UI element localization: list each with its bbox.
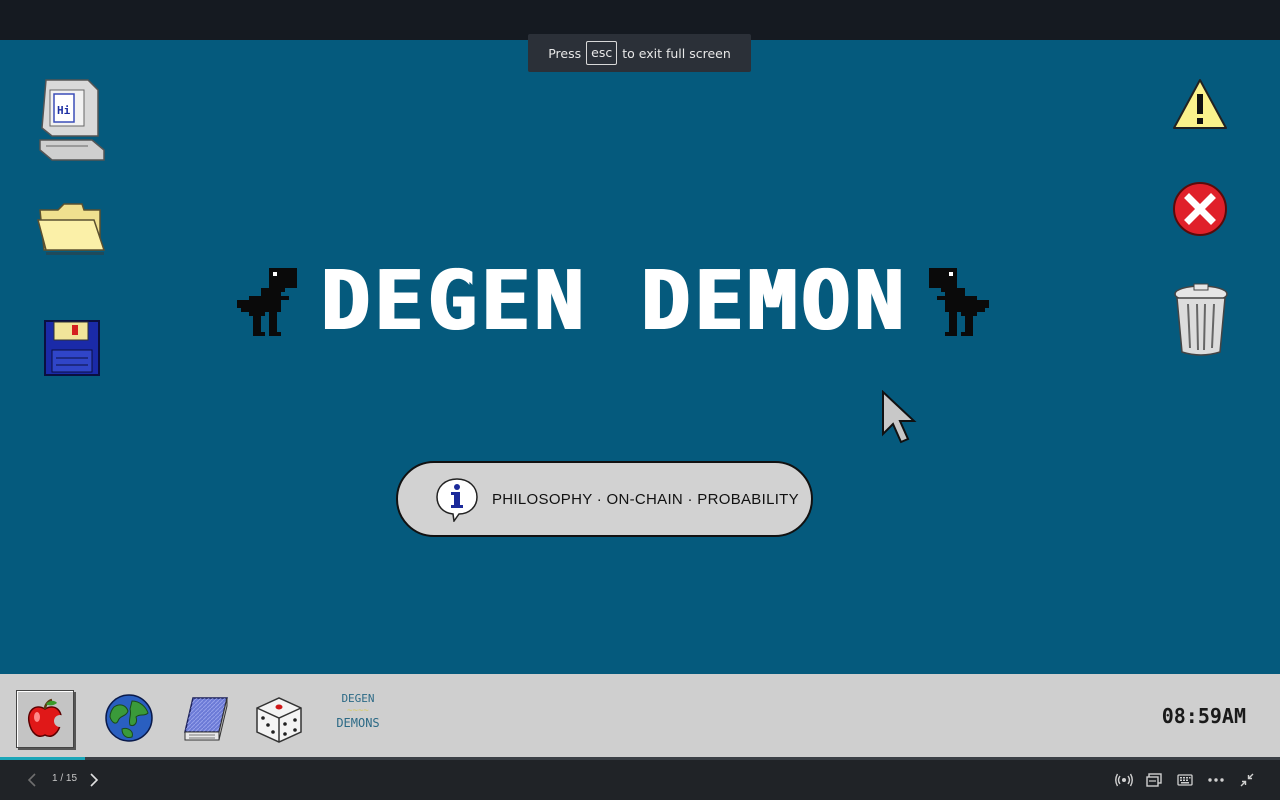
taskbar-globe-button[interactable] [102, 690, 156, 746]
dinosaur-left-icon [237, 268, 298, 336]
logo-divider: ~~~~ [347, 706, 369, 716]
trash-icon[interactable] [1172, 282, 1230, 362]
exit-fullscreen-button[interactable] [1237, 770, 1257, 790]
dice-icon [256, 697, 302, 743]
keyboard-shortcuts-button[interactable] [1175, 770, 1195, 790]
next-slide-button[interactable] [84, 770, 104, 790]
tagline-pill: PHILOSOPHY · ON-CHAIN · PROBABILITY [396, 461, 813, 537]
degen-demons-logo[interactable]: DEGEN ~~~~ DEMONS [330, 692, 386, 744]
taskbar-apple-button[interactable] [16, 690, 74, 748]
toast-suffix: to exit full screen [622, 45, 731, 61]
title-row: DEGEN DEMON [228, 254, 998, 349]
tagline-text: PHILOSOPHY · ON-CHAIN · PROBABILITY [492, 490, 799, 508]
speaker-notes-button[interactable] [1144, 770, 1164, 790]
more-horizontal-icon [1208, 778, 1224, 782]
broadcast-icon [1115, 773, 1133, 787]
apple-icon [27, 698, 66, 737]
more-options-button[interactable] [1206, 770, 1226, 790]
toast-prefix: Press [548, 45, 582, 61]
keyboard-icon [1177, 774, 1193, 786]
slide-title: DEGEN DEMON [319, 254, 907, 349]
notepad-icon [184, 697, 228, 741]
computer-icon[interactable]: Hi [36, 76, 108, 168]
logo-bottom-text: DEMONS [336, 716, 380, 730]
previous-slide-button[interactable] [22, 770, 42, 790]
broadcast-button[interactable] [1114, 770, 1134, 790]
esc-key: esc [586, 41, 618, 65]
window-icon [1146, 773, 1162, 787]
chevron-left-icon [27, 773, 36, 787]
slide-desktop [0, 40, 1280, 674]
mouse-cursor-icon [880, 389, 920, 456]
dinosaur-right-icon [928, 268, 989, 336]
error-icon[interactable] [1172, 181, 1228, 241]
folder-icon[interactable] [36, 200, 106, 260]
page-indicator: 1 / 15 [52, 773, 78, 784]
floppy-disk-icon[interactable] [44, 320, 100, 380]
svg-text:Hi: Hi [57, 104, 71, 117]
exit-fullscreen-icon [1240, 773, 1254, 787]
taskbar-notepad-button[interactable] [178, 690, 232, 746]
presentation-controls: 1 / 15 [0, 760, 1280, 800]
info-icon [436, 478, 478, 522]
fullscreen-toast: Press esc to exit full screen [528, 34, 751, 72]
taskbar-clock: 08:59AM [1161, 704, 1246, 728]
warning-icon[interactable] [1172, 76, 1228, 136]
logo-top-text: DEGEN [341, 692, 375, 705]
globe-icon [105, 694, 153, 742]
taskbar-dice-button[interactable] [252, 690, 306, 746]
chevron-right-icon [90, 773, 99, 787]
